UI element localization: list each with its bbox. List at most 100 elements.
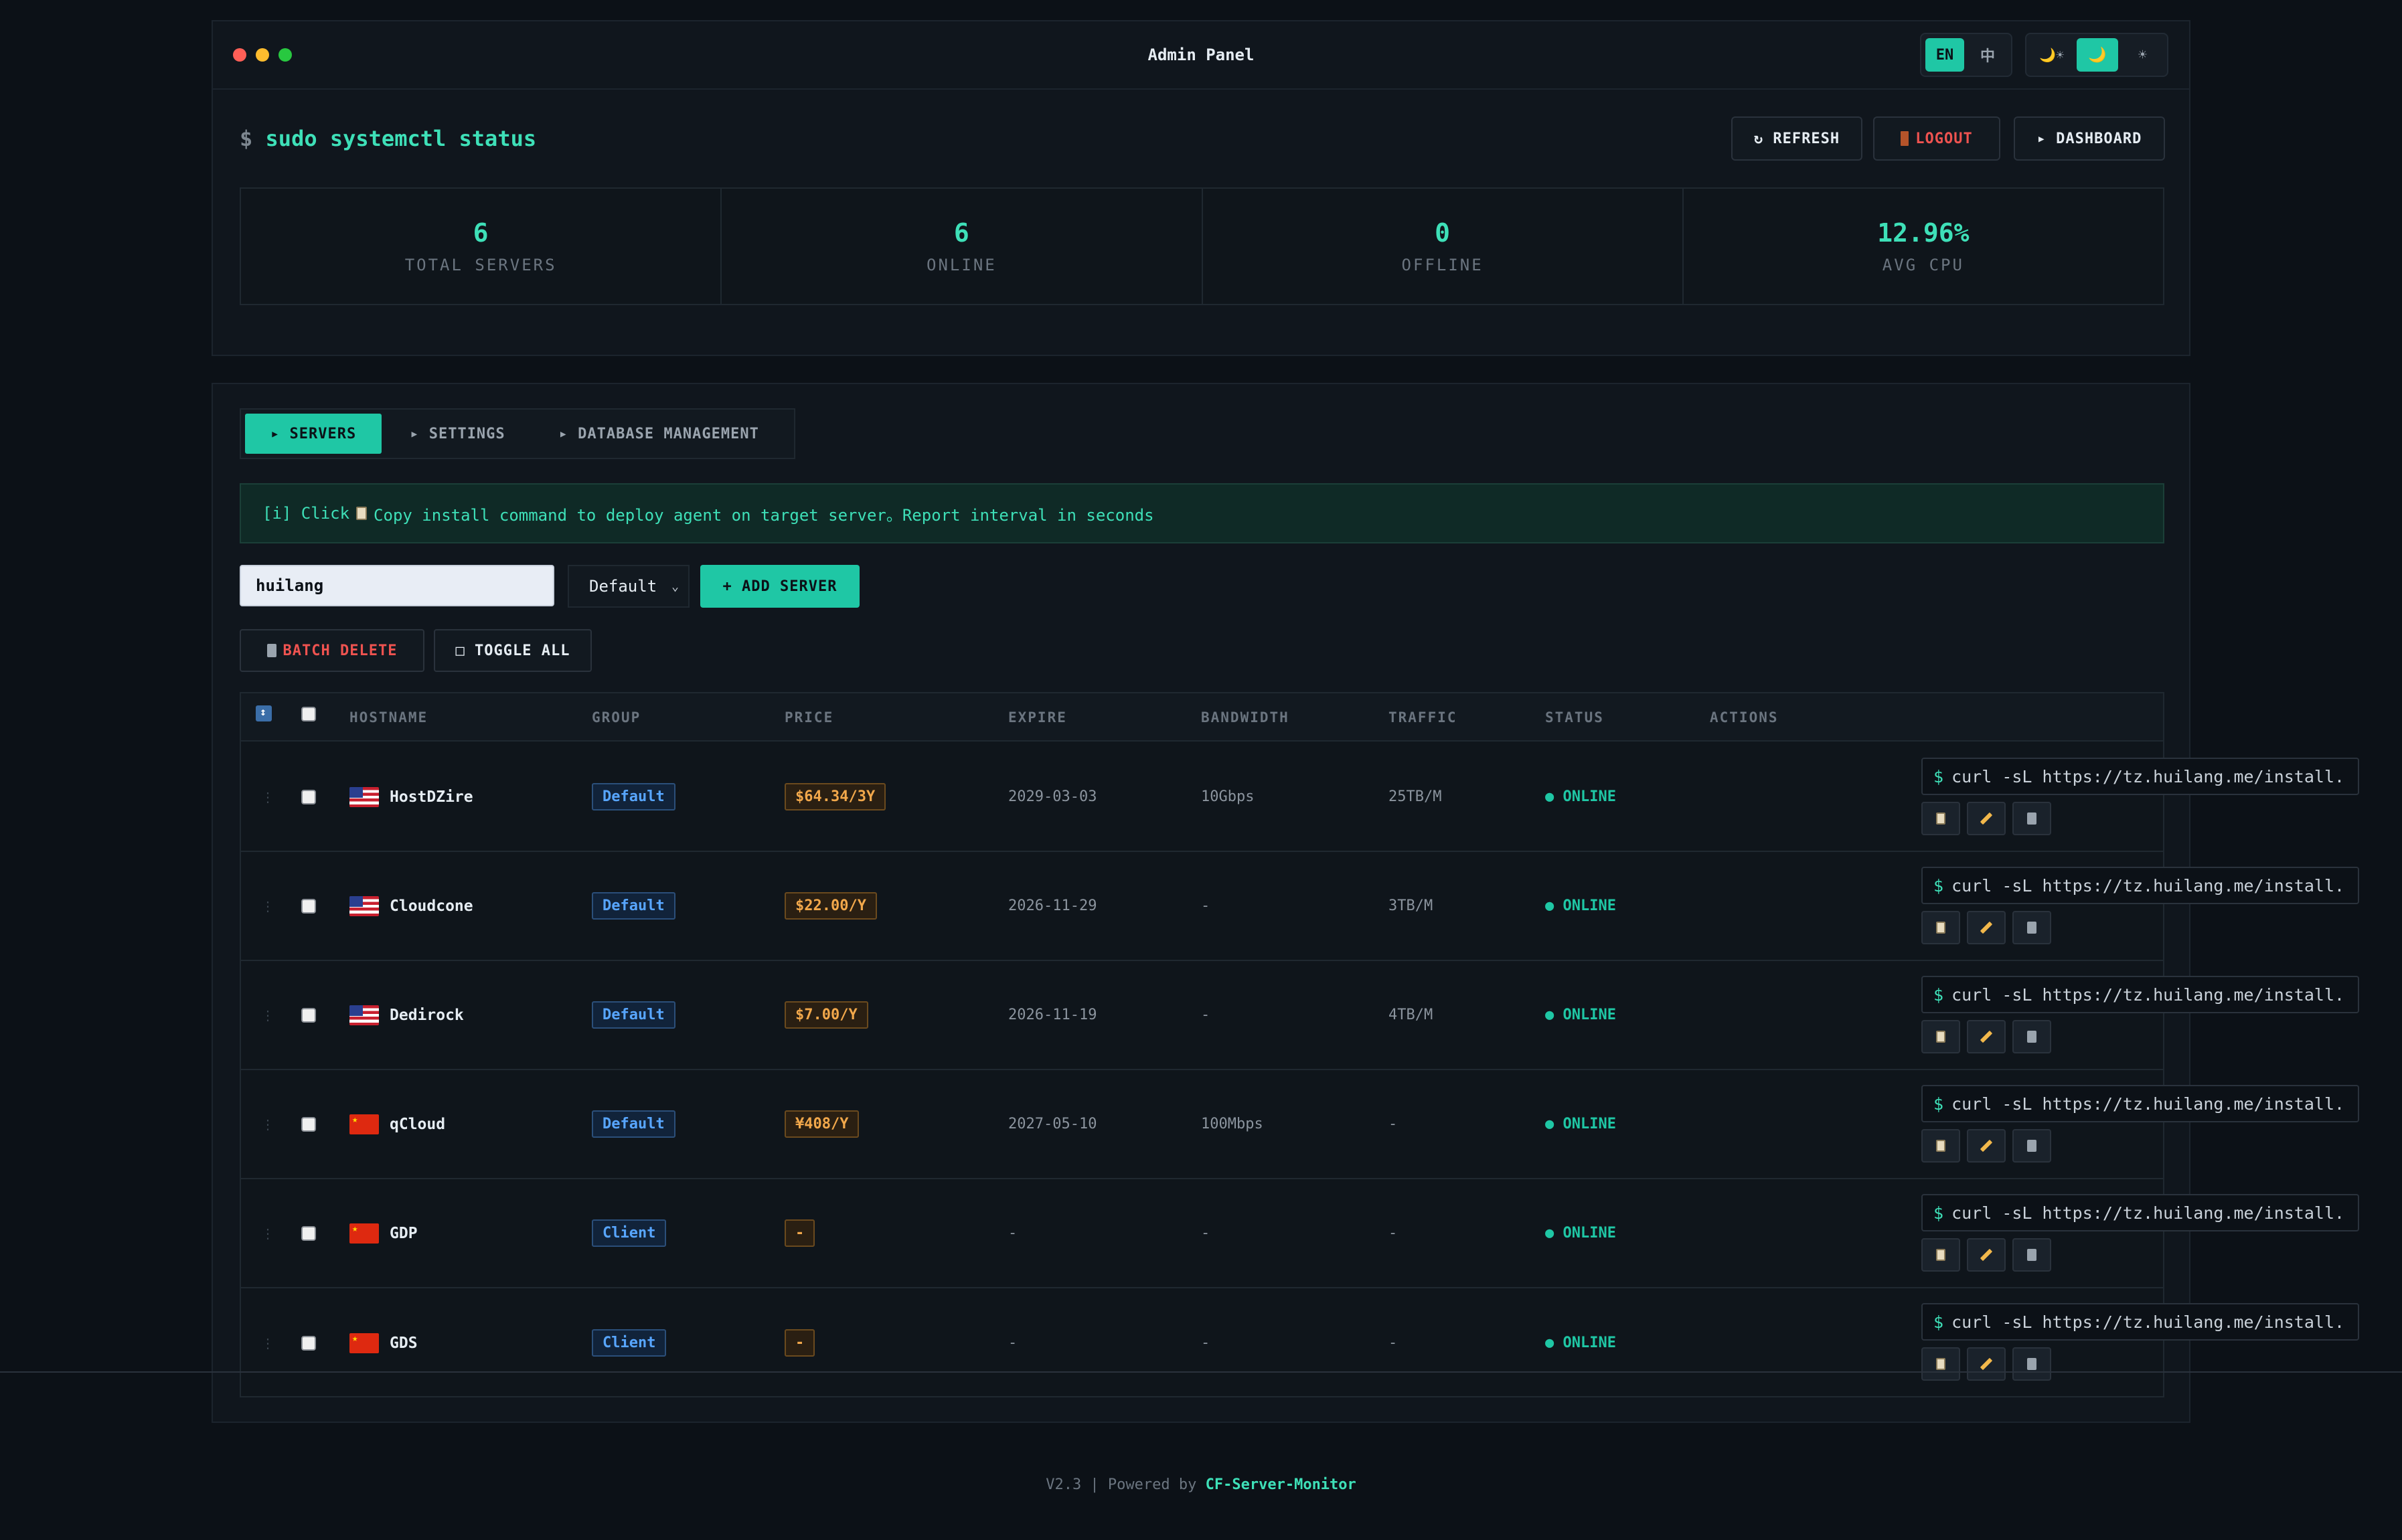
footer: V2.3 | Powered by CF-Server-Monitor — [0, 1476, 2402, 1493]
logout-button[interactable]: LOGOUT — [1873, 116, 2000, 161]
row-checkbox[interactable] — [301, 1288, 316, 1397]
price-cell: ¥408/Y — [785, 1070, 860, 1178]
delete-icon[interactable] — [2012, 1129, 2051, 1163]
stat-label: OFFLINE — [1401, 256, 1484, 274]
edit-icon[interactable] — [1967, 1238, 2006, 1272]
hostname: GDS — [390, 1334, 418, 1352]
edit-icon[interactable] — [1967, 1020, 2006, 1053]
group-cell: Default — [592, 852, 675, 960]
edit-icon[interactable] — [1967, 1129, 2006, 1163]
delete-icon[interactable] — [2012, 911, 2051, 944]
status-badge: ● ONLINE — [1545, 1007, 1616, 1023]
page-title: $ sudo systemctl status — [240, 126, 536, 151]
row-checkbox[interactable] — [301, 961, 316, 1069]
stat-label: ONLINE — [927, 256, 997, 274]
install-command-field[interactable]: $ curl -sL https://tz.huilang.me/install… — [1921, 867, 2359, 904]
door-icon — [1901, 131, 1909, 146]
install-command-field[interactable]: $ curl -sL https://tz.huilang.me/install… — [1921, 758, 2359, 795]
install-command-field[interactable]: $ curl -sL https://tz.huilang.me/install… — [1921, 1303, 2359, 1341]
hostname-cell: HostDZire — [349, 743, 473, 851]
toggle-all-button[interactable]: □ TOGGLE ALL — [434, 629, 592, 672]
group-cell: Client — [592, 1288, 667, 1397]
traffic-cell: - — [1388, 1116, 1398, 1132]
prompt-symbol: $ — [1933, 985, 1944, 1005]
edit-icon[interactable] — [1967, 1347, 2006, 1381]
copy-icon[interactable] — [1921, 1238, 1960, 1272]
dashboard-button[interactable]: ▸ DASHBOARD — [2014, 116, 2165, 161]
theme-auto-button[interactable]: 🌙☀ — [2030, 38, 2073, 72]
status-badge: ● ONLINE — [1545, 1225, 1616, 1242]
refresh-label: ↻ REFRESH — [1753, 130, 1840, 147]
stat-value: 12.96% — [1877, 218, 1970, 248]
edit-icon[interactable] — [1967, 802, 2006, 835]
drag-handle-icon[interactable]: ⋮ — [261, 852, 274, 960]
row-checkbox[interactable] — [301, 743, 316, 851]
management-panel: ▸ SERVERS ▸ SETTINGS ▸ DATABASE MANAGEME… — [212, 383, 2359, 1423]
lang-zh-button[interactable]: 中 — [1968, 38, 2007, 72]
hostname-cell: GDS — [349, 1288, 418, 1397]
info-text: Copy install command to deploy agent on … — [374, 505, 1154, 525]
drag-handle-icon[interactable]: ⋮ — [261, 1070, 274, 1178]
install-command-field[interactable]: $ curl -sL https://tz.huilang.me/install… — [1921, 976, 2359, 1013]
delete-icon[interactable] — [2012, 1347, 2051, 1381]
trash-icon — [266, 644, 276, 657]
edit-icon[interactable] — [1967, 911, 2006, 944]
drag-handle-icon[interactable]: ⋮ — [261, 1288, 274, 1397]
footer-version: V2.3 | Powered by — [1046, 1476, 1197, 1493]
prompt-symbol: $ — [1933, 875, 1944, 895]
cn-flag-icon — [349, 1333, 379, 1353]
select-all-checkbox[interactable] — [301, 707, 316, 725]
info-banner: [i] Click Copy install command to deploy… — [240, 483, 2164, 543]
batch-delete-button[interactable]: BATCH DELETE — [240, 629, 424, 672]
hostname-cell: GDP — [349, 1179, 418, 1287]
drag-handle-icon[interactable]: ⋮ — [261, 1179, 274, 1287]
status-badge: ● ONLINE — [1545, 1116, 1616, 1132]
table-row: ⋮ GDP Client - - - - ● ONLINE $ curl -sL… — [241, 1179, 2359, 1288]
sort-icon[interactable]: ↕ — [256, 705, 272, 721]
status-badge: ● ONLINE — [1545, 897, 1616, 914]
delete-icon[interactable] — [2012, 1020, 2051, 1053]
copy-icon[interactable] — [1921, 802, 1960, 835]
delete-icon[interactable] — [2012, 1238, 2051, 1272]
expire-cell: 2026-11-29 — [1008, 897, 1097, 914]
install-command-field[interactable]: $ curl -sL https://tz.huilang.me/install… — [1921, 1194, 2359, 1231]
refresh-button[interactable]: ↻ REFRESH — [1731, 116, 1862, 161]
price-badge: $7.00/Y — [785, 1001, 868, 1029]
install-command-text: curl -sL https://tz.huilang.me/install. — [1951, 766, 2345, 786]
drag-handle-icon[interactable]: ⋮ — [261, 961, 274, 1069]
group-select[interactable]: Default ⌄ — [568, 565, 690, 608]
delete-icon[interactable] — [2012, 802, 2051, 835]
table-row: ⋮ HostDZire Default $64.34/3Y 2029-03-03… — [241, 743, 2359, 852]
row-actions — [1921, 911, 2051, 944]
copy-icon[interactable] — [1921, 1020, 1960, 1053]
row-checkbox[interactable] — [301, 1179, 316, 1287]
drag-handle-icon[interactable]: ⋮ — [261, 743, 274, 851]
theme-dark-button[interactable]: 🌙 — [2077, 38, 2118, 72]
footer-link[interactable]: CF-Server-Monitor — [1206, 1476, 1356, 1493]
price-cell: $7.00/Y — [785, 961, 868, 1069]
tab-settings[interactable]: ▸ SETTINGS — [384, 414, 530, 454]
status-badge: ● ONLINE — [1545, 1335, 1616, 1351]
price-badge: $22.00/Y — [785, 892, 877, 920]
window-titlebar: Admin Panel EN 中 🌙☀ 🌙 ☀ — [213, 21, 2189, 90]
search-input[interactable] — [240, 565, 554, 606]
row-checkbox[interactable] — [301, 1070, 316, 1178]
copy-icon[interactable] — [1921, 911, 1960, 944]
group-badge: Client — [592, 1219, 667, 1247]
us-flag-icon — [349, 1005, 379, 1025]
window-title: Admin Panel — [1147, 46, 1255, 64]
add-server-button[interactable]: + ADD SERVER — [700, 565, 860, 608]
group-badge: Default — [592, 892, 675, 920]
copy-icon[interactable] — [1921, 1347, 1960, 1381]
install-command-field[interactable]: $ curl -sL https://tz.huilang.me/install… — [1921, 1085, 2359, 1122]
prompt-symbol: $ — [1933, 1203, 1944, 1223]
tab-servers[interactable]: ▸ SERVERS — [245, 414, 382, 454]
lang-en-button[interactable]: EN — [1925, 38, 1964, 72]
copy-icon[interactable] — [1921, 1129, 1960, 1163]
table-row: ⋮ qCloud Default ¥408/Y 2027-05-10 100Mb… — [241, 1070, 2359, 1179]
theme-light-button[interactable]: ☀ — [2122, 38, 2163, 72]
tab-database-management[interactable]: ▸ DATABASE MANAGEMENT — [534, 414, 785, 454]
group-badge: Default — [592, 783, 675, 810]
stat-value: 0 — [1435, 218, 1451, 248]
row-checkbox[interactable] — [301, 852, 316, 960]
